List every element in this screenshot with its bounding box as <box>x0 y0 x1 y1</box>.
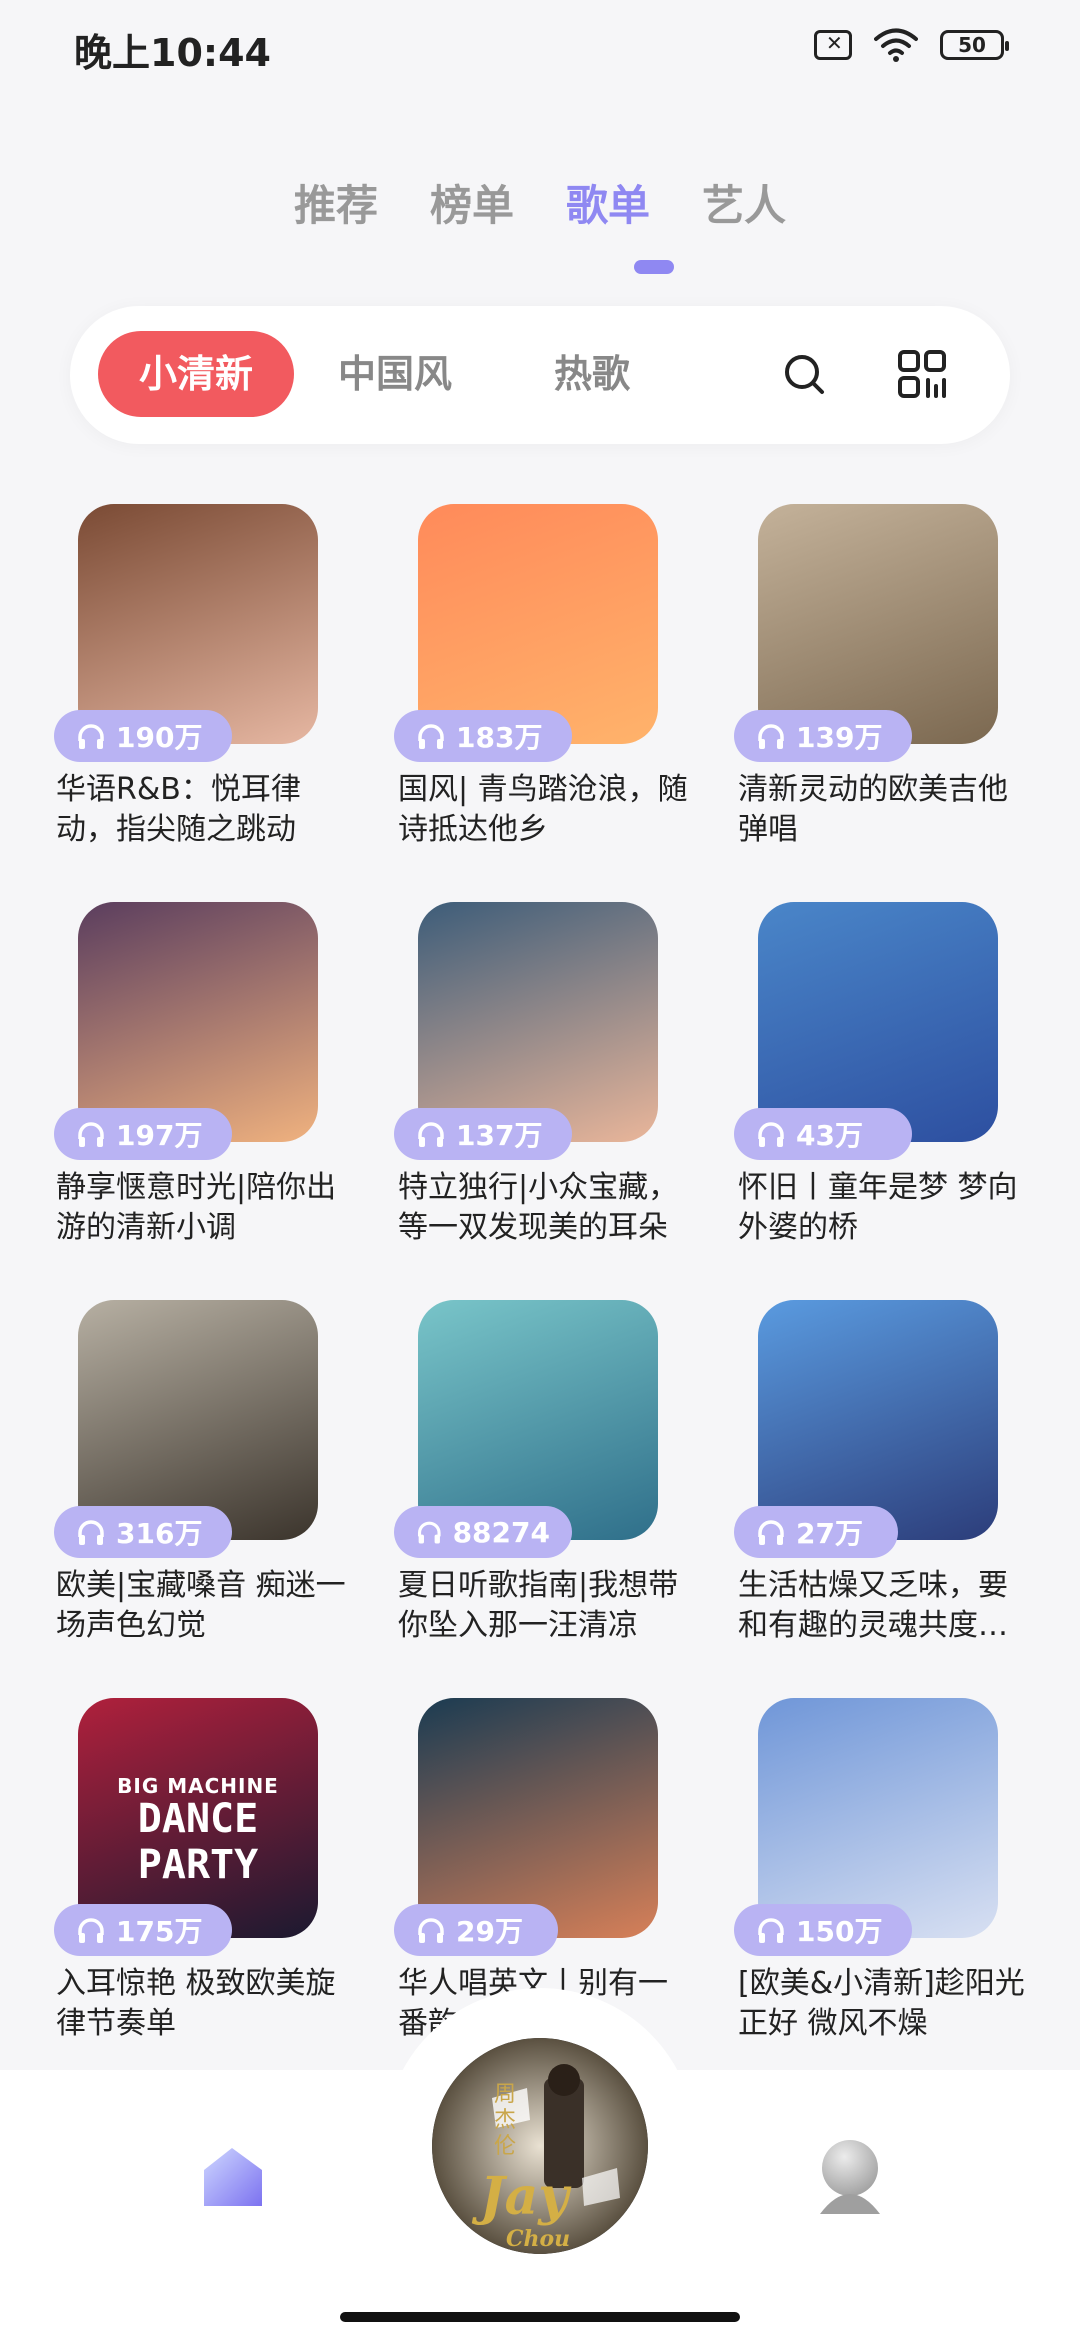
play-count: 27万 <box>796 1517 863 1550</box>
headphone-icon <box>758 1520 784 1545</box>
play-count-badge: 316万 <box>54 1506 232 1558</box>
playlist-title[interactable]: 特立独行|小众宝藏，等一双发现美的耳朵 <box>398 1168 688 1248</box>
play-count: 29万 <box>456 1915 523 1948</box>
play-count: 88274 <box>452 1515 550 1549</box>
tab-recommend[interactable]: 推荐 <box>294 172 378 233</box>
playlist-cover[interactable] <box>758 504 998 744</box>
now-playing-title: Jay <box>480 2166 569 2227</box>
play-count: 43万 <box>796 1119 863 1152</box>
playlist-cover[interactable] <box>758 1698 998 1938</box>
play-count: 150万 <box>796 1915 883 1948</box>
play-count-badge: 139万 <box>734 710 912 762</box>
play-count-badge: 88274 <box>394 1506 572 1558</box>
headphone-icon <box>418 1918 444 1943</box>
playlist-cover[interactable] <box>758 902 998 1142</box>
tab-artists[interactable]: 艺人 <box>702 172 786 233</box>
filter-chip-hot-songs[interactable]: 热歌 <box>554 331 630 417</box>
playlist-title[interactable]: 生活枯燥又乏味，要和有趣的灵魂共度… <box>738 1566 1028 1646</box>
profile-icon[interactable] <box>812 2136 888 2216</box>
play-count: 139万 <box>796 721 883 754</box>
playlist-cover[interactable] <box>78 902 318 1142</box>
battery-icon: 50 <box>940 30 1009 60</box>
play-count-badge: 29万 <box>394 1904 558 1956</box>
playlist-cover[interactable] <box>758 1300 998 1540</box>
headphone-icon <box>418 724 444 749</box>
play-count: 190万 <box>116 721 203 754</box>
filter-bar: 小清新 中国风 热歌 <box>70 306 1010 444</box>
headphone-icon <box>78 1122 104 1147</box>
play-count-badge: 183万 <box>394 710 572 762</box>
headphone-icon <box>417 1521 441 1544</box>
cover-text-line: BIG MACHINE <box>117 1774 279 1798</box>
play-count-badge: 175万 <box>54 1904 232 1956</box>
playlist-cover[interactable] <box>418 504 658 744</box>
play-count-badge: 27万 <box>734 1506 898 1558</box>
filter-chip-chinese-style[interactable]: 中国风 <box>338 331 452 417</box>
headphone-icon <box>78 1520 104 1545</box>
play-count: 175万 <box>116 1915 203 1948</box>
play-count-badge: 43万 <box>734 1108 912 1160</box>
playlist-title[interactable]: 清新灵动的欧美吉他弹唱 <box>738 770 1028 850</box>
playlist-title[interactable]: [欧美&小清新]趁阳光正好 微风不燥 <box>738 1964 1028 2044</box>
top-tabs: 推荐 榜单 歌单 艺人 <box>0 172 1080 233</box>
headphone-icon <box>78 1918 104 1943</box>
play-count-badge: 190万 <box>54 710 232 762</box>
wifi-icon <box>874 28 918 62</box>
play-count: 183万 <box>456 721 543 754</box>
playlist-title[interactable]: 国风| 青鸟踏沧浪，随诗抵达他乡 <box>398 770 688 850</box>
playlist-cover[interactable] <box>418 902 658 1142</box>
play-count-badge: 150万 <box>734 1904 912 1956</box>
playlist-cover[interactable]: BIG MACHINE DANCE PARTY <box>78 1698 318 1938</box>
status-bar: 晚上10:44 50 <box>0 0 1080 96</box>
playlist-title[interactable]: 华语R&B：悦耳律动，指尖随之跳动 <box>56 770 346 850</box>
status-icons: 50 <box>814 28 1009 62</box>
playlist-cover[interactable] <box>418 1300 658 1540</box>
now-playing-vertical-text: 周杰伦 <box>494 2082 517 2159</box>
tab-indicator <box>634 260 674 274</box>
headphone-icon <box>78 724 104 749</box>
playlist-cover[interactable] <box>78 504 318 744</box>
headphone-icon <box>758 1122 784 1147</box>
headphone-icon <box>758 724 784 749</box>
now-playing-disc[interactable]: 周杰伦 Jay Chou <box>432 2038 648 2254</box>
status-time: 晚上10:44 <box>74 31 271 75</box>
playlist-title[interactable]: 欧美|宝藏嗓音 痴迷一场声色幻觉 <box>56 1566 346 1646</box>
playlist-title[interactable]: 入耳惊艳 极致欧美旋律节奏单 <box>56 1964 346 2044</box>
cover-text-line: DANCE PARTY <box>137 1796 259 1888</box>
tab-playlists[interactable]: 歌单 <box>566 172 650 233</box>
playlist-title[interactable]: 静享惬意时光|陪你出游的清新小调 <box>56 1168 346 1248</box>
play-count-badge: 137万 <box>394 1108 572 1160</box>
playlist-title[interactable]: 怀旧丨童年是梦 梦向外婆的桥 <box>738 1168 1028 1248</box>
playlist-title[interactable]: 夏日听歌指南|我想带你坠入那一汪清凉 <box>398 1566 688 1646</box>
playlist-cover[interactable] <box>418 1698 658 1938</box>
no-sim-icon <box>814 30 852 60</box>
tab-charts[interactable]: 榜单 <box>430 172 514 233</box>
play-count: 137万 <box>456 1119 543 1152</box>
now-playing-subtitle: Chou <box>506 2226 571 2252</box>
headphone-icon <box>758 1918 784 1943</box>
play-count: 197万 <box>116 1119 203 1152</box>
play-count: 316万 <box>116 1517 203 1550</box>
grid-icon[interactable] <box>896 348 948 400</box>
home-indicator[interactable] <box>340 2312 740 2322</box>
playlist-cover[interactable] <box>78 1300 318 1540</box>
play-count-badge: 197万 <box>54 1108 232 1160</box>
headphone-icon <box>418 1122 444 1147</box>
search-icon[interactable] <box>780 350 830 400</box>
filter-chip-fresh[interactable]: 小清新 <box>98 331 294 417</box>
home-icon[interactable] <box>196 2140 268 2210</box>
